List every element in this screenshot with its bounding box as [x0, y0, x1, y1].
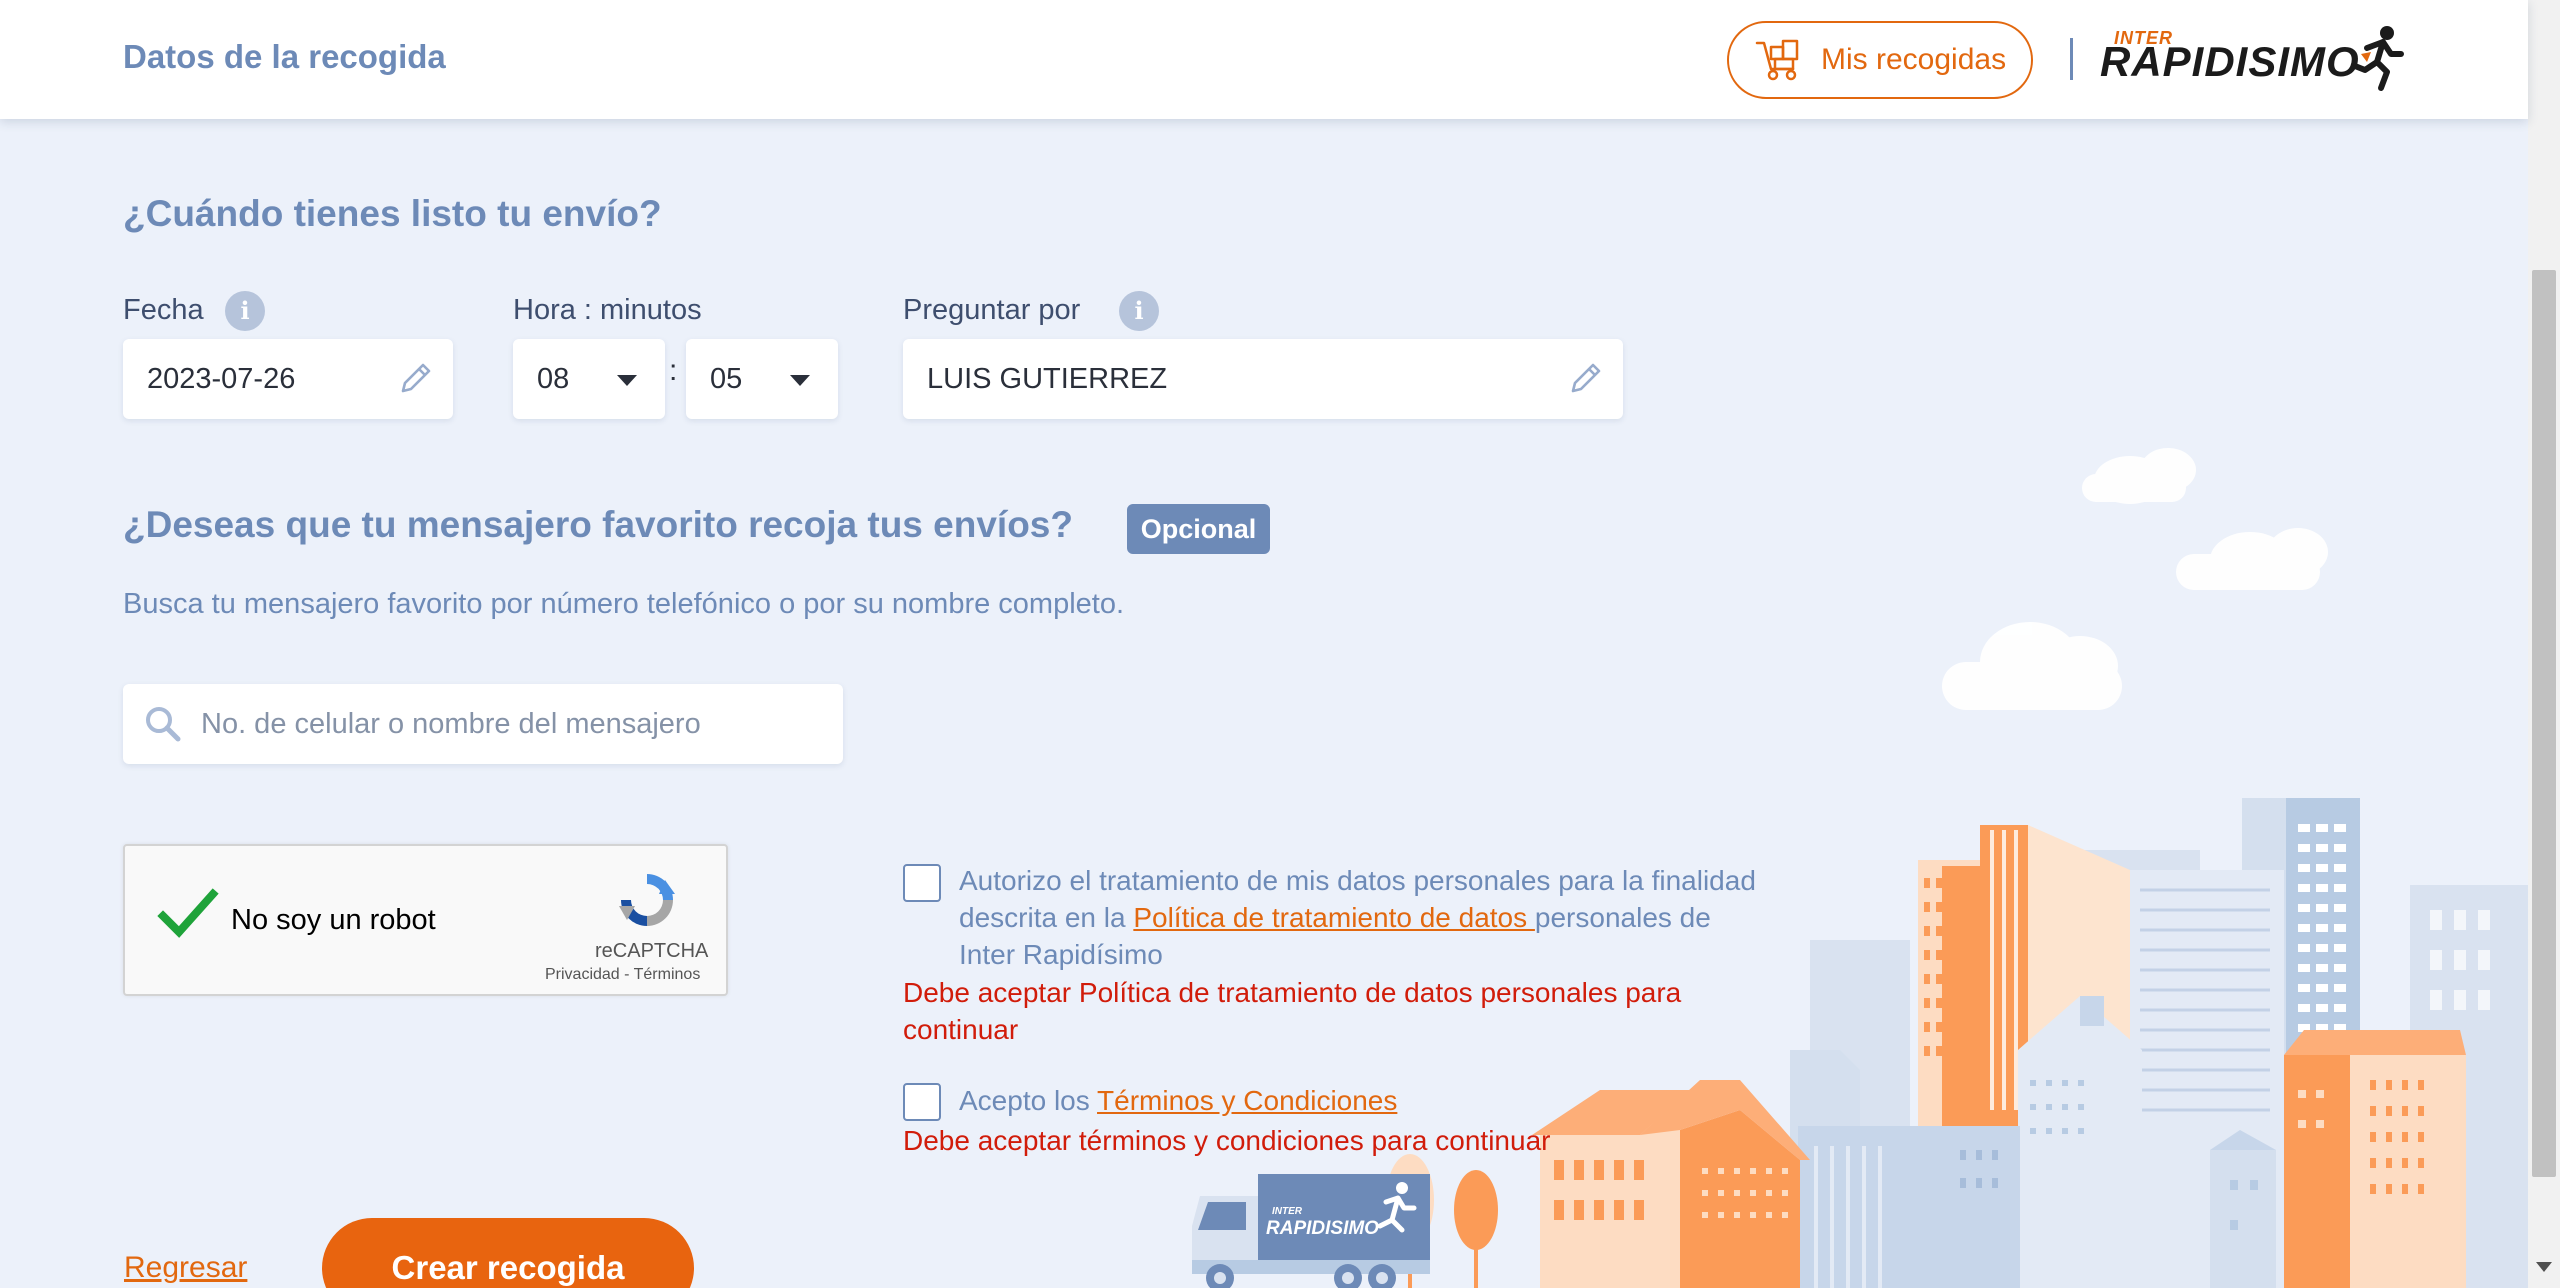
terms-error-message: Debe aceptar términos y condiciones para… [903, 1125, 1551, 1156]
messenger-search-input[interactable] [201, 698, 821, 750]
ask-for-value: LUIS GUTIERREZ [927, 362, 1168, 395]
cart-box-icon [1755, 39, 1799, 81]
time-label: Hora : minutos [513, 294, 702, 326]
date-info-icon[interactable]: i [225, 291, 265, 331]
scrollbar-thumb[interactable] [2532, 270, 2556, 1177]
city-illustration: INTER RAPIDISIMO [1192, 448, 2528, 1288]
hour-value: 08 [537, 362, 570, 395]
terms-pre-text: Acepto los [959, 1085, 1098, 1116]
date-field[interactable]: 2023-07-26 [123, 339, 453, 419]
caret-down-icon [617, 375, 637, 386]
time-separator: : [669, 354, 678, 387]
terms-link[interactable]: Términos y Condiciones [1097, 1085, 1397, 1116]
date-label: Fecha [123, 294, 204, 326]
privacy-consent-checkbox[interactable] [903, 864, 941, 902]
delivery-truck-icon: INTER RAPIDISIMO [1192, 1174, 1430, 1288]
truck-logo-rapidisimo: RAPIDISIMO [1266, 1218, 1379, 1239]
page-title: Datos de la recogida [123, 38, 446, 75]
checkmark-icon[interactable] [157, 886, 219, 942]
page-scrollbar[interactable] [2528, 0, 2560, 1288]
search-icon [146, 707, 181, 742]
terms-consent-text: Acepto los Términos y Condiciones [959, 1082, 1397, 1119]
ask-for-field[interactable]: LUIS GUTIERREZ [903, 339, 1623, 419]
privacy-error-line-1: Debe aceptar Política de tratamiento de … [903, 977, 1682, 1008]
header-divider [2070, 38, 2073, 80]
privacy-pre-text: descrita en la [959, 902, 1134, 933]
privacy-line-1: Autorizo el tratamiento de mis datos per… [959, 865, 1756, 896]
mis-recogidas-button[interactable]: Mis recogidas [1727, 21, 2033, 99]
privacy-line-2: descrita en la Política de tratamiento d… [959, 899, 1859, 936]
runner-logo-icon [2352, 26, 2404, 91]
privacy-line-3: Inter Rapidísimo [959, 939, 1163, 970]
when-ready-heading: ¿Cuándo tienes listo tu envío? [123, 193, 662, 234]
favorite-messenger-heading: ¿Deseas que tu mensajero favorito recoja… [123, 504, 1073, 545]
messenger-subtitle: Busca tu mensajero favorito por número t… [123, 588, 1125, 620]
truck-logo-inter: INTER [1272, 1206, 1303, 1217]
privacy-consent-text: Autorizo el tratamiento de mis datos per… [959, 862, 1859, 973]
recaptcha-label: No soy un robot [231, 904, 436, 936]
ask-for-label: Preguntar por [903, 294, 1081, 326]
create-pickup-button[interactable]: Crear recogida [322, 1218, 694, 1288]
recaptcha-links[interactable]: Privacidad - Términos [545, 966, 700, 984]
cloud-decoration [1942, 448, 2328, 710]
mid-blue-building [2018, 996, 2142, 1288]
orange-house [1540, 1110, 1680, 1288]
recaptcha-logo-icon [619, 874, 675, 926]
ask-for-info-icon[interactable]: i [1119, 291, 1159, 331]
recaptcha-brand: reCAPTCHA [595, 940, 709, 962]
back-link[interactable]: Regresar [124, 1251, 247, 1285]
recaptcha-widget[interactable]: No soy un robot reCAPTCHA Privacidad - T… [123, 844, 728, 996]
privacy-post-text: personales de [1534, 902, 1711, 933]
privacy-error-message: Debe aceptar Política de tratamiento de … [903, 974, 1803, 1048]
minute-select[interactable]: 05 [686, 339, 838, 419]
terms-consent-checkbox[interactable] [903, 1083, 941, 1121]
pencil-icon[interactable] [395, 359, 435, 399]
scroll-down-arrow-icon[interactable] [2536, 1262, 2552, 1272]
mis-recogidas-label: Mis recogidas [1821, 43, 2007, 76]
top-header: Datos de la recogida Mis recogidas INTER… [0, 0, 2528, 119]
messenger-search[interactable] [123, 684, 843, 764]
caret-down-icon [790, 375, 810, 386]
date-value: 2023-07-26 [147, 362, 296, 395]
privacy-error-line-2: continuar [903, 1014, 1019, 1045]
minute-value: 05 [710, 362, 743, 395]
inter-rapidisimo-logo[interactable]: INTER RAPIDISIMO [2100, 24, 2405, 96]
logo-rapidisimo-text: RAPIDISIMO [2100, 38, 2360, 85]
hour-select[interactable]: 08 [513, 339, 665, 419]
pencil-icon[interactable] [1565, 359, 1605, 399]
privacy-policy-link[interactable]: Política de tratamiento de datos [1133, 902, 1535, 933]
